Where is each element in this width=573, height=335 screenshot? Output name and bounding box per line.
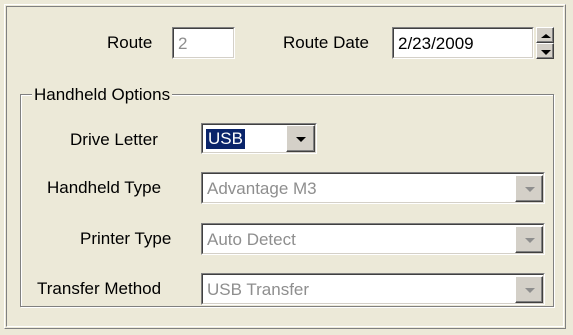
- printer-type-value: Auto Detect: [207, 230, 296, 249]
- route-date-spinner: [536, 27, 554, 59]
- route-date-value: 2/23/2009: [398, 34, 474, 53]
- spin-down-icon: [541, 50, 551, 55]
- handheld-type-value: Advantage M3: [207, 179, 317, 198]
- transfer-method-label: Transfer Method: [37, 279, 162, 298]
- printer-type-select[interactable]: Auto Detect: [201, 223, 545, 255]
- printer-type-label: Printer Type: [80, 229, 172, 248]
- spin-up-button[interactable]: [536, 27, 554, 43]
- spin-up-icon: [541, 34, 551, 38]
- transfer-method-select[interactable]: USB Transfer: [201, 273, 545, 305]
- drive-letter-dropdown-button[interactable]: [286, 125, 315, 152]
- handheld-options-legend: Handheld Options: [32, 85, 173, 105]
- route-label: Route: [107, 33, 153, 52]
- drive-letter-label: Drive Letter: [70, 130, 158, 149]
- printer-type-dropdown-button[interactable]: [515, 226, 543, 253]
- chevron-down-icon: [525, 187, 535, 192]
- drive-letter-value: USB: [206, 129, 245, 149]
- route-date-label: Route Date: [283, 33, 369, 52]
- handheld-type-dropdown-button[interactable]: [515, 175, 543, 202]
- spin-down-button[interactable]: [536, 43, 554, 59]
- transfer-method-value: USB Transfer: [207, 280, 310, 299]
- handheld-type-select[interactable]: Advantage M3: [201, 172, 545, 204]
- transfer-method-dropdown-button[interactable]: [515, 276, 543, 303]
- route-date-input[interactable]: 2/23/2009: [392, 27, 534, 59]
- chevron-down-icon: [525, 288, 535, 293]
- chevron-down-icon: [296, 137, 306, 142]
- route-input[interactable]: 2: [172, 27, 235, 59]
- handheld-type-label: Handheld Type: [47, 178, 162, 197]
- chevron-down-icon: [525, 238, 535, 243]
- route-value: 2: [178, 34, 188, 53]
